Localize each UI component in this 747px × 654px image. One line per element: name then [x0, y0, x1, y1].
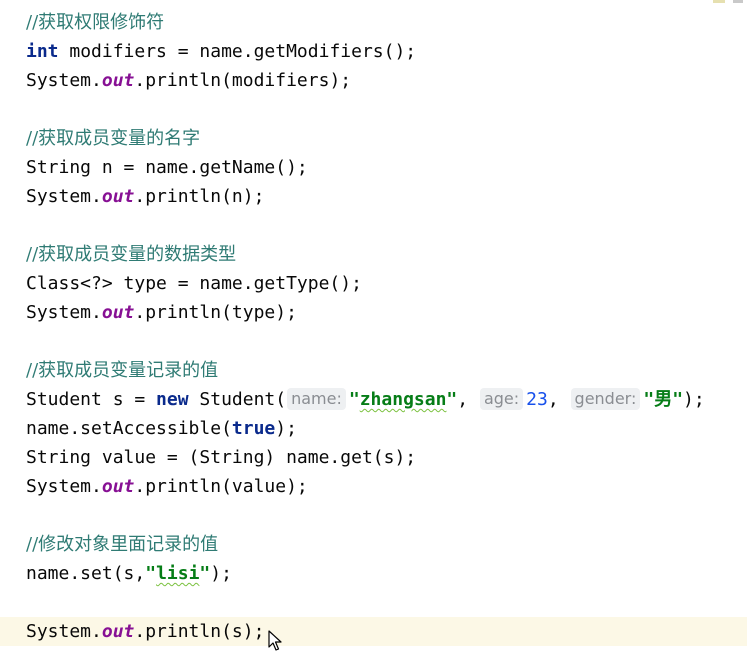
code-text: Class<?> type = name.getType();: [26, 273, 362, 294]
comment: //修改对象里面记录的值: [26, 534, 219, 555]
code-text: modifiers = name.getModifiers();: [58, 41, 417, 62]
code-line[interactable]: System.out.println(type);: [0, 298, 747, 327]
code-line[interactable]: name.set(s,"lisi");: [0, 559, 747, 588]
static-field: out: [101, 621, 135, 642]
code-line[interactable]: System.out.println(value);: [0, 472, 747, 501]
code-line[interactable]: //获取成员变量记录的值: [0, 356, 747, 385]
string-literal: zhangsan: [359, 389, 447, 410]
comment: //获取成员变量的数据类型: [26, 244, 237, 265]
static-field: out: [101, 70, 135, 91]
string-literal: "男": [643, 389, 684, 410]
parameter-hint-gender: gender:: [570, 388, 641, 410]
code-line[interactable]: name.setAccessible(true);: [0, 414, 747, 443]
code-text: ,: [457, 389, 479, 410]
code-line[interactable]: System.out.println(modifiers);: [0, 66, 747, 95]
string-literal: lisi: [156, 563, 200, 584]
code-line-empty[interactable]: [0, 501, 747, 530]
keyword: int: [26, 41, 59, 62]
code-text: Student(: [188, 389, 287, 410]
parameter-hint-age: age:: [479, 388, 524, 410]
code-text: );: [275, 418, 297, 439]
code-line-empty[interactable]: [0, 588, 747, 617]
number-literal: 23: [526, 389, 548, 410]
code-text: name.set(s,: [26, 563, 146, 584]
string-quote: ": [199, 563, 211, 584]
code-line-empty[interactable]: [0, 327, 747, 356]
code-text: String value = (String) name.get(s);: [26, 447, 417, 468]
code-text: System.: [26, 621, 102, 642]
gutter-marker-2: [733, 0, 743, 3]
keyword: new: [156, 389, 189, 410]
code-text: System.: [26, 70, 102, 91]
code-line[interactable]: String value = (String) name.get(s);: [0, 443, 747, 472]
static-field: out: [101, 302, 135, 323]
comment: //获取权限修饰符: [26, 12, 165, 33]
code-text: .println(value);: [134, 476, 308, 497]
string-quote: ": [145, 563, 157, 584]
code-line-empty[interactable]: [0, 95, 747, 124]
code-line[interactable]: String n = name.getName();: [0, 153, 747, 182]
code-line[interactable]: Class<?> type = name.getType();: [0, 269, 747, 298]
code-text: System.: [26, 186, 102, 207]
code-line[interactable]: //获取权限修饰符: [0, 8, 747, 37]
code-text: .println(type);: [134, 302, 297, 323]
code-text: System.: [26, 302, 102, 323]
keyword: true: [231, 418, 276, 439]
code-line[interactable]: //获取成员变量的数据类型: [0, 240, 747, 269]
code-line[interactable]: Student s = new Student(name: "zhangsan",…: [0, 385, 747, 414]
code-editor[interactable]: //获取权限修饰符 int modifiers = name.getModifi…: [0, 8, 747, 646]
code-text: .println(s);: [134, 621, 265, 642]
parameter-hint-name: name:: [287, 388, 346, 410]
code-line-current[interactable]: System.out.println(s);: [0, 617, 747, 646]
string-quote: ": [446, 389, 458, 410]
code-line-empty[interactable]: [0, 211, 747, 240]
static-field: out: [101, 476, 135, 497]
code-text: );: [210, 563, 232, 584]
comment: //获取成员变量记录的值: [26, 360, 219, 381]
string-quote: ": [348, 389, 360, 410]
code-text: System.: [26, 476, 102, 497]
static-field: out: [101, 186, 135, 207]
code-text: .println(modifiers);: [134, 70, 352, 91]
gutter-marker: [713, 0, 725, 3]
code-line[interactable]: int modifiers = name.getModifiers();: [0, 37, 747, 66]
code-text: ,: [547, 389, 570, 410]
code-line[interactable]: System.out.println(n);: [0, 182, 747, 211]
comment: //获取成员变量的名字: [26, 128, 201, 149]
mouse-pointer-icon: [268, 630, 282, 651]
code-text: Student s =: [26, 389, 157, 410]
code-text: );: [683, 389, 705, 410]
code-text: .println(n);: [134, 186, 265, 207]
code-line[interactable]: //获取成员变量的名字: [0, 124, 747, 153]
code-text: name.setAccessible(: [26, 418, 232, 439]
code-line[interactable]: //修改对象里面记录的值: [0, 530, 747, 559]
code-text: String n = name.getName();: [26, 157, 308, 178]
